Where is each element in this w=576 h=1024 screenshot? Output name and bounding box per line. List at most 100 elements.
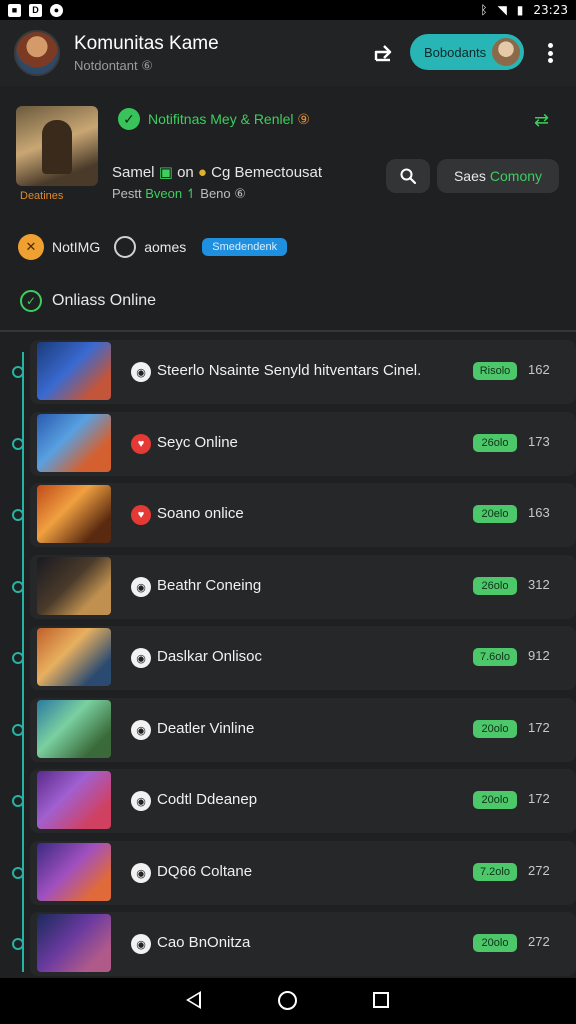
see-community-button[interactable]: Saes Comony xyxy=(437,159,559,193)
member-count: 272 xyxy=(528,863,550,878)
list-item-label: Beathr Coneing xyxy=(157,577,262,594)
status-badge[interactable]: Smedendenk xyxy=(202,238,288,256)
member-count: 162 xyxy=(528,362,550,377)
member-count: 272 xyxy=(528,934,550,949)
timeline-dot xyxy=(12,724,24,736)
game-thumbnail[interactable] xyxy=(37,700,111,758)
section-title: Onliass Online xyxy=(52,292,157,309)
info-text: on xyxy=(177,164,194,181)
game-thumbnail[interactable] xyxy=(37,771,111,829)
member-count: 912 xyxy=(528,648,550,663)
check-icon: ✓ xyxy=(118,108,140,130)
button-label: Saes xyxy=(453,168,486,184)
dot xyxy=(547,58,553,63)
list-item-label: Deatler Vinline xyxy=(157,720,255,737)
list-item[interactable]: ◉ Deatler Vinline 20olo 172 xyxy=(30,698,576,762)
game-thumbnail[interactable] xyxy=(37,414,111,472)
section-header: ✓ Onliass Online xyxy=(20,290,156,312)
list-item-label: Seyc Online xyxy=(157,434,238,451)
search-button[interactable] xyxy=(386,159,430,193)
game-thumbnail[interactable] xyxy=(37,914,111,972)
member-count: 163 xyxy=(528,505,550,520)
status-icon: ◉ xyxy=(131,577,151,597)
controller-icon: ▣ xyxy=(158,164,173,181)
bluetooth-icon: ᛒ xyxy=(480,3,488,17)
status-icon: ◉ xyxy=(131,791,151,811)
status-badge: 7.6olo xyxy=(473,648,517,666)
list-item[interactable]: ◉ Steerlo Nsainte Senyld hitventars Cinel… xyxy=(30,340,576,404)
status-badge: 7.2olo xyxy=(473,863,517,881)
check-circle-icon: ✓ xyxy=(20,290,42,312)
heart-icon: ♥ xyxy=(131,505,151,525)
timeline-dot xyxy=(12,509,24,521)
game-thumbnail[interactable] xyxy=(37,557,111,615)
list-item[interactable]: ◉ Codtl Ddeanep 20olo 172 xyxy=(30,769,576,833)
notification-row[interactable]: ✓ Notifitnas Mey & Renlel ⑨ xyxy=(118,108,310,130)
home-button[interactable] xyxy=(278,991,297,1010)
recent-apps-button[interactable] xyxy=(373,992,389,1008)
dot xyxy=(547,43,553,48)
emoji-icon: ● xyxy=(197,164,207,181)
game-thumbnail[interactable] xyxy=(37,342,111,400)
heart-icon: ♥ xyxy=(131,434,151,454)
status-bar: ■ D ● ᛒ ◥ ▮ 23:23 xyxy=(0,0,576,20)
status-badge: 20olo xyxy=(473,791,517,809)
status-badge: 26olo xyxy=(473,434,517,452)
games-label: aomes xyxy=(144,239,187,255)
member-count: 172 xyxy=(528,791,550,806)
back-button[interactable] xyxy=(186,991,201,1009)
status-badge: 20olo xyxy=(473,934,517,952)
status-icon: ◉ xyxy=(131,863,151,883)
game-thumbnail[interactable] xyxy=(37,485,111,543)
divider xyxy=(0,330,576,332)
link-icon[interactable]: ⇄ xyxy=(534,110,549,131)
badge-icon: ✕ xyxy=(18,234,44,260)
info-text: Bveon xyxy=(145,186,183,201)
game-cover-image[interactable] xyxy=(16,106,98,186)
list-item-label: DQ66 Coltane xyxy=(157,863,253,880)
share-button[interactable] xyxy=(372,40,398,66)
more-options-button[interactable] xyxy=(540,40,560,66)
notification-title: Notifitnas Mey & Renlel xyxy=(148,110,294,127)
battery-icon: ▮ xyxy=(516,3,524,17)
dot xyxy=(547,50,553,56)
notification-icon: ■ xyxy=(8,3,21,17)
member-count: 312 xyxy=(528,577,550,592)
timeline-dot xyxy=(12,581,24,593)
notification-suffix: ⑨ xyxy=(297,110,310,127)
member-count: 173 xyxy=(528,434,550,449)
info-line-1: Samel ▣ on ● Cg Bemectousat xyxy=(112,163,322,181)
list-item[interactable]: ◉ Daslkar Onlisoc 7.6olo 912 xyxy=(30,626,576,690)
wifi-icon: ◥ xyxy=(497,3,507,17)
list-item[interactable]: ◉ DQ66 Coltane 7.2olo 272 xyxy=(30,841,576,905)
info-text: Beno xyxy=(200,186,231,201)
status-badge: Risolo xyxy=(473,362,517,380)
member-count: 172 xyxy=(528,720,550,735)
info-text: ⑥ xyxy=(234,186,246,201)
button-label: Comony xyxy=(489,168,543,184)
page-title: Komunitas Kame xyxy=(74,32,219,54)
list-item[interactable]: ♥ Seyc Online 26olo 173 xyxy=(30,412,576,476)
timeline-dot xyxy=(12,795,24,807)
game-name: Deatines xyxy=(20,190,64,202)
list-item-label: Cao BnOnitza xyxy=(157,934,251,951)
status-badge: 26olo xyxy=(473,577,517,595)
list-item[interactable]: ◉ Cao BnOnitza 20olo 272 xyxy=(30,912,576,976)
status-icon: ◉ xyxy=(131,720,151,740)
timeline-dot xyxy=(12,867,24,879)
clock: 23:23 xyxy=(533,3,568,17)
list-item[interactable]: ♥ Soano onlice 20elo 163 xyxy=(30,483,576,547)
profile-status-button[interactable]: Bobodants xyxy=(410,34,524,70)
game-thumbnail[interactable] xyxy=(37,843,111,901)
status-icon: ◉ xyxy=(131,934,151,954)
games-icon xyxy=(114,236,137,258)
community-avatar[interactable] xyxy=(14,30,60,76)
list-item[interactable]: ◉ Beathr Coneing 26olo 312 xyxy=(30,555,576,619)
search-icon xyxy=(400,168,417,185)
user-avatar xyxy=(492,38,520,66)
game-thumbnail[interactable] xyxy=(37,628,111,686)
tag-label: NotIMG xyxy=(52,239,101,255)
status-icon: ◉ xyxy=(131,648,151,668)
list-item-label: Daslkar Onlisoc xyxy=(157,648,263,665)
status-icon: ◉ xyxy=(131,362,151,382)
